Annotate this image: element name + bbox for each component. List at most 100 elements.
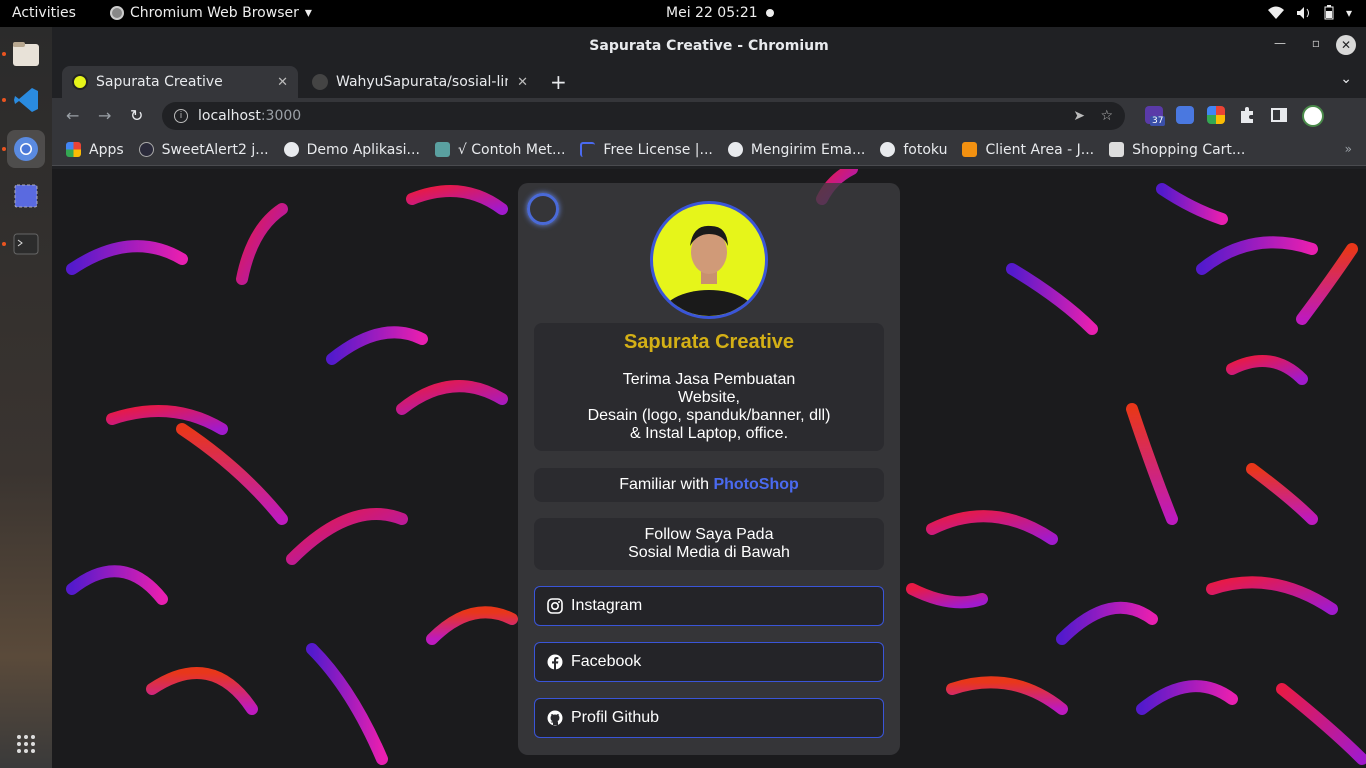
familiar-panel: Familiar with PhotoShop bbox=[534, 468, 884, 502]
new-tab-button[interactable]: + bbox=[550, 70, 567, 94]
instagram-link[interactable]: Instagram bbox=[534, 586, 884, 626]
globe-icon bbox=[283, 142, 299, 157]
profile-avatar bbox=[650, 201, 768, 319]
instagram-icon bbox=[547, 598, 563, 614]
site-info-icon[interactable]: i bbox=[174, 109, 188, 123]
bookmark-label: Demo Aplikasi... bbox=[306, 141, 420, 158]
bookmark-label: √ Contoh Met... bbox=[457, 141, 566, 158]
tab-search-chevron-icon[interactable]: ⌄ bbox=[1340, 71, 1352, 87]
chromium-icon bbox=[110, 6, 124, 20]
running-indicator bbox=[2, 52, 6, 56]
social-label: Facebook bbox=[571, 653, 642, 670]
address-bar[interactable]: i localhost:3000 ➤ ☆ bbox=[162, 102, 1125, 130]
power-menu-chevron-icon: ▾ bbox=[1345, 5, 1352, 20]
bookmark-client-area[interactable]: Client Area - J... bbox=[962, 142, 1094, 158]
grid-icon bbox=[17, 735, 35, 753]
minimize-icon[interactable]: — bbox=[1274, 36, 1286, 50]
dock-chromium[interactable] bbox=[2, 130, 45, 168]
bookmark-mengirim-email[interactable]: Mengirim Ema... bbox=[727, 141, 866, 158]
profile-name: Sapurata Creative bbox=[623, 331, 795, 353]
close-tab-icon[interactable]: ✕ bbox=[517, 75, 528, 90]
clock[interactable]: Mei 22 05:21 bbox=[666, 5, 758, 21]
screenshot-icon bbox=[14, 184, 38, 208]
person-photo bbox=[661, 225, 757, 316]
social-label: Instagram bbox=[571, 597, 643, 614]
bookmark-shopping-cart[interactable]: Shopping Cart... bbox=[1109, 142, 1245, 158]
page-viewport: Sapurata Creative Terima Jasa Pembuatan … bbox=[52, 169, 1366, 768]
profile-card: Sapurata Creative Terima Jasa Pembuatan … bbox=[518, 183, 900, 755]
maximize-icon[interactable]: ▫ bbox=[1312, 36, 1320, 50]
app-menu[interactable]: Chromium Web Browser ▾ bbox=[110, 5, 312, 21]
forward-button[interactable]: → bbox=[98, 106, 111, 125]
facebook-icon bbox=[547, 654, 563, 670]
follow-line: Follow Saya Pada bbox=[644, 526, 774, 543]
color-extension-icon[interactable] bbox=[1207, 106, 1225, 124]
bio-line: & Instal Laptop, office. bbox=[629, 425, 789, 442]
browser-window: Sapurata Creative - Chromium — ▫ ✕ Sapur… bbox=[52, 27, 1366, 768]
app-menu-label: Chromium Web Browser bbox=[130, 5, 299, 21]
tab-label: WahyuSapurata/sosial-lin bbox=[336, 74, 508, 90]
bookmark-demo-aplikasi[interactable]: Demo Aplikasi... bbox=[283, 141, 420, 158]
bookmark-sweetalert[interactable]: SweetAlert2 j... bbox=[138, 141, 269, 158]
notification-dot bbox=[766, 9, 774, 17]
side-panel-icon[interactable] bbox=[1270, 106, 1288, 124]
chromium-icon bbox=[14, 137, 38, 161]
tab-github[interactable]: WahyuSapurata/sosial-lin ✕ bbox=[302, 66, 538, 98]
bio-line: Terima Jasa Pembuatan bbox=[622, 371, 796, 388]
bio-line: Desain (logo, spanduk/banner, dll) bbox=[587, 407, 831, 424]
vscode-icon bbox=[14, 88, 38, 112]
back-button[interactable]: ← bbox=[66, 106, 79, 125]
bookmark-label: Client Area - J... bbox=[985, 141, 1095, 158]
wifi-icon bbox=[1267, 6, 1284, 19]
close-window-button[interactable]: ✕ bbox=[1336, 35, 1356, 55]
facebook-link[interactable]: Facebook bbox=[534, 642, 884, 682]
tab-strip: Sapurata Creative ✕ WahyuSapurata/sosial… bbox=[52, 64, 1366, 98]
send-icon[interactable]: ➤ bbox=[1073, 108, 1085, 124]
bio-line: Website, bbox=[678, 389, 740, 406]
cursor-ring bbox=[527, 193, 559, 225]
url-port: :3000 bbox=[260, 108, 302, 124]
chevron-down-icon: ▾ bbox=[304, 5, 312, 21]
volume-icon bbox=[1296, 6, 1309, 19]
bookmark-label: Mengirim Ema... bbox=[750, 141, 866, 158]
bookmark-label: fotoku bbox=[903, 141, 948, 158]
battery-icon bbox=[1324, 5, 1334, 20]
bookmark-apps[interactable]: Apps bbox=[66, 142, 124, 158]
extension-badge: 37 bbox=[1150, 116, 1166, 126]
bookmarks-more-icon[interactable]: » bbox=[1345, 142, 1352, 156]
bookmark-label: SweetAlert2 j... bbox=[161, 141, 269, 158]
bookmark-contoh-metode[interactable]: √ Contoh Met... bbox=[434, 141, 566, 158]
jh-icon bbox=[962, 142, 978, 157]
profile-avatar[interactable] bbox=[1302, 105, 1324, 127]
system-tray[interactable]: ▾ bbox=[1267, 5, 1352, 20]
toolbar: ← → ↻ i localhost:3000 ➤ ☆ 37 bbox=[52, 98, 1366, 134]
tab-label: Sapurata Creative bbox=[96, 74, 223, 90]
familiar-skill: PhotoShop bbox=[713, 476, 799, 493]
window-title: Sapurata Creative - Chromium bbox=[589, 38, 829, 54]
dock-files[interactable] bbox=[2, 35, 45, 73]
docs-extension-icon[interactable] bbox=[1176, 106, 1194, 124]
activities-button[interactable]: Activities bbox=[12, 5, 76, 21]
dock-screenshot[interactable] bbox=[7, 177, 45, 215]
close-tab-icon[interactable]: ✕ bbox=[277, 75, 288, 90]
bookmark-free-license[interactable]: Free License |... bbox=[580, 142, 713, 158]
github-link[interactable]: Profil Github bbox=[534, 698, 884, 738]
puzzle-icon[interactable] bbox=[1238, 106, 1256, 124]
dock-terminal[interactable] bbox=[2, 225, 45, 263]
dock bbox=[0, 27, 52, 768]
reload-button[interactable]: ↻ bbox=[130, 106, 143, 125]
url-host: localhost bbox=[198, 108, 261, 124]
running-indicator bbox=[2, 242, 6, 246]
github-favicon-icon bbox=[312, 74, 328, 90]
title-bar[interactable]: Sapurata Creative - Chromium — ▫ ✕ bbox=[52, 27, 1366, 64]
tab-sapurata[interactable]: Sapurata Creative ✕ bbox=[62, 66, 298, 98]
dock-vscode[interactable] bbox=[2, 81, 45, 119]
globe-icon bbox=[880, 142, 896, 157]
running-indicator bbox=[2, 98, 6, 102]
show-applications-button[interactable] bbox=[7, 725, 45, 763]
system-top-bar: Activities Chromium Web Browser ▾ Mei 22… bbox=[0, 0, 1366, 27]
bookmark-star-icon[interactable]: ☆ bbox=[1100, 108, 1113, 124]
terminal-icon bbox=[13, 233, 39, 255]
github-icon bbox=[547, 710, 563, 726]
bookmark-fotoku[interactable]: fotoku bbox=[880, 142, 947, 158]
